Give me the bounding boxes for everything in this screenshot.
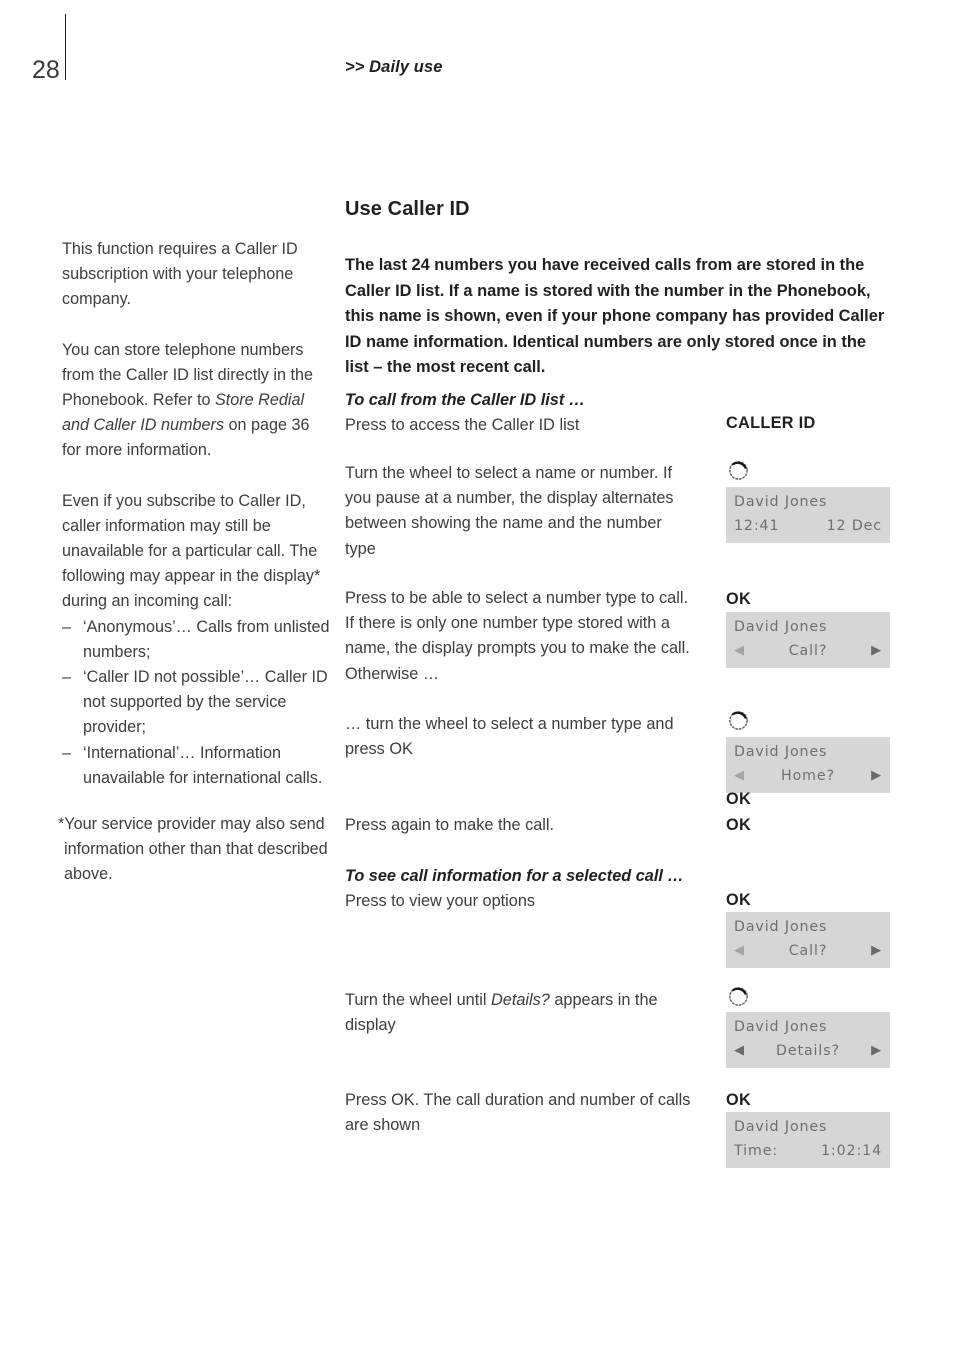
- phone-display-2: David Jones ◀ Call? ▶: [726, 612, 890, 668]
- display-line-name: David Jones: [734, 1019, 828, 1035]
- step-row-5: To see call information for a selected c…: [345, 864, 905, 914]
- bullet-dash: –: [62, 617, 72, 636]
- sidebar-paragraph-1: This function requires a Caller ID subsc…: [62, 240, 298, 309]
- page-header: 28 >> Daily use: [0, 0, 954, 110]
- list-item: – ‘Caller ID not possible’… Caller ID not…: [62, 665, 330, 741]
- arrow-right-icon: ▶: [871, 768, 882, 783]
- sidebar-notes: This function requires a Caller ID subsc…: [62, 237, 330, 791]
- display-duration: 1:02:14: [821, 1143, 882, 1159]
- phone-display-4: David Jones ◀ Call? ▶: [726, 912, 890, 968]
- key-label-ok-4: OK: [726, 816, 752, 834]
- display-line-name: David Jones: [734, 494, 828, 510]
- display-line-name: David Jones: [734, 744, 828, 760]
- arrow-left-icon: ◀: [734, 1043, 745, 1058]
- step-body-6: Turn the wheel until Details? appears in…: [345, 988, 697, 1038]
- step-subheading-5: To see call information for a selected c…: [345, 867, 684, 885]
- display-line-name: David Jones: [734, 1119, 828, 1135]
- key-label-ok-3: OK: [726, 790, 752, 808]
- step-body-4: Press again to make the call.: [345, 816, 555, 834]
- sidebar-bullet-list: – ‘Anonymous’… Calls from unlisted number…: [62, 615, 330, 791]
- sidebar-paragraph-3: Even if you subscribe to Caller ID, call…: [62, 491, 321, 611]
- breadcrumb: >> Daily use: [345, 58, 443, 76]
- list-item: – ‘Anonymous’… Calls from unlisted number…: [62, 615, 330, 665]
- step-body-1: Turn the wheel to select a name or numbe…: [345, 464, 674, 558]
- step-row-4: Press again to make the call.: [345, 813, 905, 838]
- list-item: – ‘International’… Information unavailabl…: [62, 741, 330, 791]
- wheel-icon: [727, 459, 750, 482]
- arrow-left-icon: ◀: [734, 643, 745, 658]
- step-row-0: To call from the Caller ID list … Press …: [345, 388, 905, 438]
- wheel-icon: [727, 709, 750, 732]
- phone-display-6: David Jones Time: 1:02:14: [726, 1112, 890, 1168]
- key-label-ok-5: OK: [726, 891, 752, 909]
- display-line-prompt: ◀ Home? ▶: [734, 764, 882, 788]
- display-line-prompt: ◀ Details? ▶: [734, 1039, 882, 1063]
- step-subheading-0: To call from the Caller ID list …: [345, 391, 586, 409]
- step-body-6-emphasis: Details?: [491, 991, 550, 1009]
- page-number: 28: [32, 56, 60, 84]
- bullet-dash: –: [62, 668, 72, 687]
- step-body-6-a: Turn the wheel until: [345, 991, 492, 1009]
- display-prompt-label: Call?: [788, 943, 828, 959]
- wheel-icon: [727, 985, 750, 1008]
- sidebar-footnote-text: *Your service provider may also send inf…: [58, 815, 328, 884]
- list-item-label: ‘International’… Information unavailable…: [83, 743, 323, 787]
- arrow-left-icon: ◀: [734, 768, 745, 783]
- display-line-name: David Jones: [734, 619, 828, 635]
- step-body-2: Press to be able to select a number type…: [345, 589, 690, 683]
- header-divider: [65, 14, 66, 80]
- display-date: 12 Dec: [826, 518, 882, 534]
- arrow-right-icon: ▶: [871, 943, 882, 958]
- display-prompt-label: Home?: [781, 768, 835, 784]
- list-item-label: ‘Anonymous’… Calls from unlisted numbers…: [83, 617, 330, 661]
- arrow-right-icon: ▶: [871, 643, 882, 658]
- display-prompt-label: Call?: [788, 643, 828, 659]
- display-line-prompt: ◀ Call? ▶: [734, 939, 882, 963]
- display-time-label: Time:: [734, 1143, 779, 1159]
- arrow-right-icon: ▶: [871, 1043, 882, 1058]
- display-line-detail: Time: 1:02:14: [734, 1139, 882, 1163]
- arrow-left-icon: ◀: [734, 943, 745, 958]
- sidebar-paragraph-2: You can store telephone numbers from the…: [62, 338, 330, 464]
- page-title: Use Caller ID: [345, 198, 470, 221]
- phone-display-3: David Jones ◀ Home? ▶: [726, 737, 890, 793]
- step-body-0: Press to access the Caller ID list: [345, 416, 580, 435]
- display-prompt-label: Details?: [776, 1043, 840, 1059]
- sidebar-footnote: *Your service provider may also send inf…: [58, 812, 338, 888]
- display-line-name: David Jones: [734, 919, 828, 935]
- intro-paragraph: The last 24 numbers you have received ca…: [345, 256, 885, 377]
- step-body-3: … turn the wheel to select a number type…: [345, 715, 674, 759]
- display-line-prompt: ◀ Call? ▶: [734, 639, 882, 663]
- bullet-dash: –: [62, 743, 72, 762]
- key-label-caller-id: CALLER ID: [726, 414, 816, 432]
- phone-display-5: David Jones ◀ Details? ▶: [726, 1012, 890, 1068]
- key-label-ok-2: OK: [726, 590, 752, 608]
- display-line-detail: 12:41 12 Dec: [734, 514, 882, 538]
- step-body-5: Press to view your options: [345, 892, 536, 911]
- step-body-7: Press OK. The call duration and number o…: [345, 1091, 691, 1135]
- display-time: 12:41: [734, 518, 780, 534]
- phone-display-1: David Jones 12:41 12 Dec: [726, 487, 890, 543]
- key-label-ok-7: OK: [726, 1091, 752, 1109]
- list-item-label: ‘Caller ID not possible’… Caller ID not …: [83, 668, 328, 737]
